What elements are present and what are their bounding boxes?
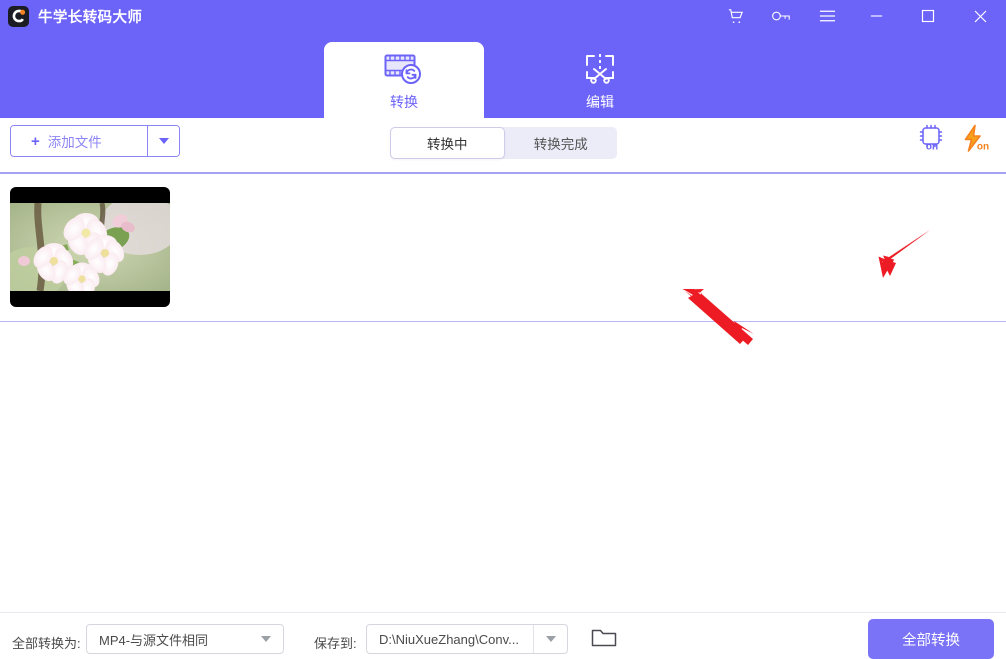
- file-row[interactable]: Redcon_20220423094308441 2763702_small: [0, 174, 1006, 322]
- app-logo-c-icon: [8, 6, 29, 27]
- tab-convert[interactable]: 转换: [324, 42, 484, 118]
- save-path-dropdown[interactable]: D:\NiuXueZhang\Conv...: [366, 624, 568, 654]
- segment-completed[interactable]: 转换完成: [505, 127, 618, 159]
- add-file-dropdown-button[interactable]: [147, 126, 179, 156]
- svg-text:on: on: [977, 142, 989, 153]
- app-title: 牛学长转码大师: [38, 6, 142, 27]
- convert-all-button[interactable]: 全部转换: [868, 619, 994, 659]
- add-file-group: + 添加文件: [10, 125, 180, 157]
- folder-icon[interactable]: [591, 627, 617, 649]
- status-filter-segmented-control: 转换中 转换完成: [390, 127, 617, 159]
- close-icon[interactable]: [954, 0, 1006, 32]
- chevron-down-icon: [533, 625, 567, 653]
- film-convert-icon: [383, 49, 425, 87]
- scissors-crop-icon: [579, 49, 621, 87]
- chevron-down-icon: [249, 625, 283, 653]
- convert-all-to-label: 全部转换为:: [12, 633, 81, 652]
- title-bar: 牛学长转码大师: [0, 0, 1006, 32]
- toolbar-toggle-icons: on on: [916, 124, 992, 154]
- segment-converting[interactable]: 转换中: [390, 127, 505, 159]
- tab-edit[interactable]: 编辑: [520, 42, 680, 118]
- add-file-label: 添加文件: [48, 131, 102, 151]
- save-path-value: D:\NiuXueZhang\Conv...: [367, 632, 533, 647]
- window-controls: [712, 0, 1006, 32]
- svg-text:on: on: [926, 142, 938, 153]
- minimize-icon[interactable]: [850, 0, 902, 32]
- brand: 牛学长转码大师: [0, 6, 142, 27]
- lightning-speed-icon[interactable]: on: [960, 124, 992, 154]
- hardware-accel-icon[interactable]: on: [916, 124, 948, 154]
- video-thumbnail[interactable]: [10, 187, 170, 307]
- tab-edit-label: 编辑: [586, 92, 614, 112]
- maximize-icon[interactable]: [902, 0, 954, 32]
- convert-all-format-dropdown[interactable]: MP4-与源文件相同: [86, 624, 284, 654]
- thumbnail-image: [10, 203, 170, 291]
- app-window: 牛学长转码大师: [0, 0, 1006, 659]
- file-list-empty-area: [0, 323, 1006, 612]
- plus-icon: +: [31, 134, 40, 149]
- menu-icon[interactable]: [804, 0, 850, 32]
- key-icon[interactable]: [758, 0, 804, 32]
- save-to-label: 保存到:: [314, 633, 357, 652]
- tab-convert-label: 转换: [390, 92, 418, 112]
- tab-strip: 转换 编辑: [0, 32, 1006, 118]
- add-file-button[interactable]: + 添加文件: [11, 126, 147, 156]
- cart-icon[interactable]: [712, 0, 758, 32]
- convert-all-format-value: MP4-与源文件相同: [87, 630, 249, 649]
- chevron-down-icon: [159, 138, 169, 144]
